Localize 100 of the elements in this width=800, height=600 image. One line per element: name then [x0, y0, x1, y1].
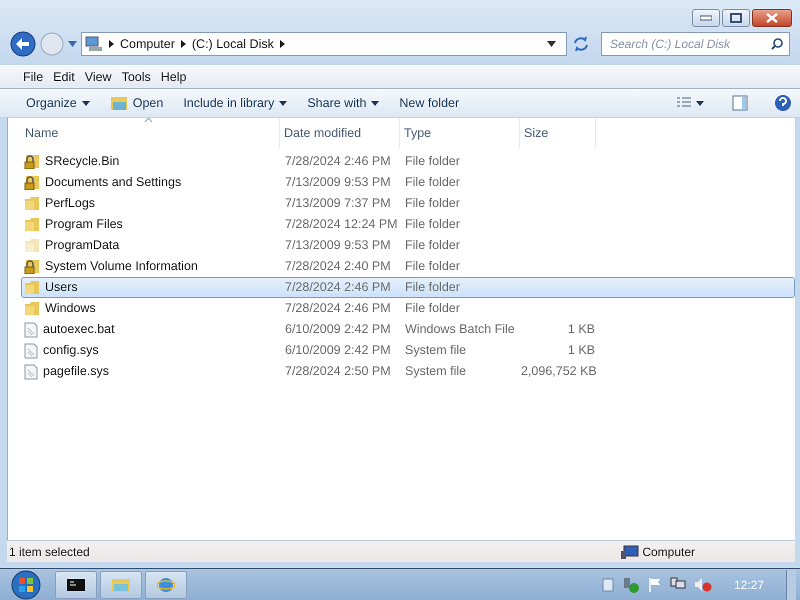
- dropdown-arrow-icon: [696, 100, 704, 106]
- size-text: 1 KB: [568, 322, 595, 336]
- refresh-icon[interactable]: [571, 34, 591, 54]
- caret-icon: [279, 100, 288, 106]
- size-text: 1 KB: [568, 343, 595, 358]
- folder-icon: [110, 96, 128, 110]
- dropdown-button[interactable]: Share with: [299, 92, 388, 114]
- close-icon: [766, 13, 778, 23]
- chevron-icon: [280, 40, 285, 48]
- caret-icon: [371, 100, 380, 106]
- selected-row[interactable]: Users 7/28/2024 2:46 PM File folder: [21, 277, 795, 298]
- folder-icon: [24, 280, 40, 295]
- file-name: Windows: [45, 300, 96, 318]
- date-text: 7/13/2009 9:53 PM: [285, 175, 391, 190]
- file-row[interactable]: autoexec.bat 6/10/2009 2:42 PM Windows Batch File 1 KB: [21, 319, 795, 340]
- file-row[interactable]: ProgramData 7/13/2009 9:53 PM File folder: [21, 235, 795, 256]
- date-text: 7/28/2024 12:24 PM: [285, 217, 398, 232]
- terminal-icon: [67, 578, 85, 590]
- file-icon: [24, 342, 38, 358]
- file-row[interactable]: Windows 7/28/2024 2:46 PM File folder: [21, 298, 795, 319]
- chevron-icon: [109, 40, 114, 48]
- type-text: File folder: [405, 301, 460, 316]
- type-text: File folder: [405, 259, 460, 274]
- file-name: Users: [45, 279, 78, 296]
- breadcrumb[interactable]: Computer: [120, 34, 175, 54]
- open-button[interactable]: Open: [102, 92, 172, 114]
- file-name: config.sys: [43, 342, 99, 360]
- minimize-icon: [700, 15, 712, 21]
- type-text: Windows Batch File: [405, 322, 515, 336]
- file-name: pagefile.sys: [43, 363, 110, 380]
- help-icon: [774, 94, 792, 112]
- menu-item[interactable]: Tools: [118, 66, 154, 88]
- type-text: File folder: [405, 154, 460, 168]
- dropdown-arrow-icon: [547, 41, 556, 47]
- date-text: 7/13/2009 9:53 PM: [285, 238, 391, 252]
- file-row[interactable]: System Volume Information 7/28/2024 2:40 PM File folder: [21, 256, 795, 277]
- file-row[interactable]: Program Files 7/28/2024 12:24 PM File folder: [21, 214, 795, 235]
- muted-speaker-icon[interactable]: [694, 577, 712, 592]
- date-text: 6/10/2009 2:42 PM: [285, 322, 391, 336]
- maximize-icon: [730, 13, 742, 23]
- column-header[interactable]: Name: [21, 118, 280, 148]
- dropdown-arrow-icon[interactable]: [68, 41, 77, 47]
- file-row[interactable]: pagefile.sys 7/28/2024 2:50 PM System file 2,096,752 KB: [21, 361, 795, 382]
- file-name: PerfLogs: [45, 195, 96, 212]
- file-icon: [24, 364, 38, 380]
- column-header[interactable]: Size: [520, 118, 596, 148]
- caret-icon: [82, 100, 90, 106]
- file-row[interactable]: config.sys 6/10/2009 2:42 PM System file 1 KB: [21, 340, 795, 361]
- maximize-button[interactable]: [722, 9, 750, 27]
- date-text: 7/13/2009 7:37 PM: [285, 196, 391, 210]
- dropdown-button[interactable]: Include in library: [175, 92, 296, 114]
- date-text: 7/28/2024 2:46 PM: [285, 280, 391, 294]
- type-text: File folder: [405, 175, 460, 190]
- date-text: 6/10/2009 2:42 PM: [285, 343, 391, 358]
- browser-taskbar-button[interactable]: [145, 570, 187, 598]
- file-row[interactable]: Documents and Settings 7/13/2009 9:53 PM File folder: [21, 172, 795, 193]
- locked-folder-icon: [24, 259, 40, 274]
- type-text: File folder: [405, 238, 460, 252]
- menu-item[interactable]: Edit: [50, 66, 78, 88]
- folder-icon: [24, 217, 40, 232]
- date-text: 7/28/2024 2:46 PM: [285, 154, 391, 168]
- back-icon[interactable]: [10, 31, 36, 57]
- address-bar[interactable]: Computer (C:) Local Disk: [81, 32, 567, 56]
- dropdown-button[interactable]: Organize: [18, 92, 98, 114]
- column-header[interactable]: Date modified: [280, 118, 400, 148]
- search-icon: [771, 38, 783, 50]
- menu-item[interactable]: View: [82, 66, 115, 88]
- locked-folder-icon: [24, 175, 40, 190]
- toolbar-button[interactable]: New folder: [391, 92, 468, 114]
- date-text: 7/28/2024 2:50 PM: [285, 364, 391, 378]
- flag-icon[interactable]: [648, 578, 662, 592]
- search-field[interactable]: Search (C:) Local Disk: [601, 32, 790, 56]
- faded-folder-icon: [24, 238, 40, 253]
- file-row[interactable]: SRecycle.Bin 7/28/2024 2:46 PM File folder: [21, 151, 795, 172]
- type-text: System file: [405, 343, 466, 358]
- locked-folder-icon: [24, 154, 40, 169]
- globe-icon: [157, 576, 175, 594]
- file-name: SRecycle.Bin: [45, 153, 120, 170]
- type-text: File folder: [405, 280, 460, 294]
- minimize-button[interactable]: [692, 9, 720, 27]
- type-text: File folder: [405, 196, 460, 210]
- column-header[interactable]: Type: [400, 118, 520, 148]
- breadcrumb[interactable]: (C:) Local Disk: [192, 34, 274, 54]
- show-desktop-button[interactable]: [786, 570, 796, 600]
- file-row[interactable]: PerfLogs 7/13/2009 7:37 PM File folder: [21, 193, 795, 214]
- menu-item[interactable]: File: [20, 66, 46, 88]
- computer-icon: [621, 544, 640, 558]
- close-button[interactable]: [752, 9, 792, 27]
- file-name: System Volume Information: [45, 258, 198, 276]
- file-name: Documents and Settings: [45, 174, 182, 192]
- location-text: Computer: [642, 544, 695, 560]
- folder-icon: [24, 196, 40, 211]
- file-icon: [24, 322, 38, 338]
- type-text: System file: [405, 364, 466, 378]
- date-text: 7/28/2024 2:46 PM: [285, 301, 391, 316]
- document-icon[interactable]: [602, 578, 614, 592]
- command-prompt-taskbar-button[interactable]: [55, 570, 97, 598]
- status-text: 1 item selected: [9, 544, 90, 560]
- size-text: 2,096,752 KB: [521, 364, 597, 378]
- menu-item[interactable]: Help: [158, 66, 190, 88]
